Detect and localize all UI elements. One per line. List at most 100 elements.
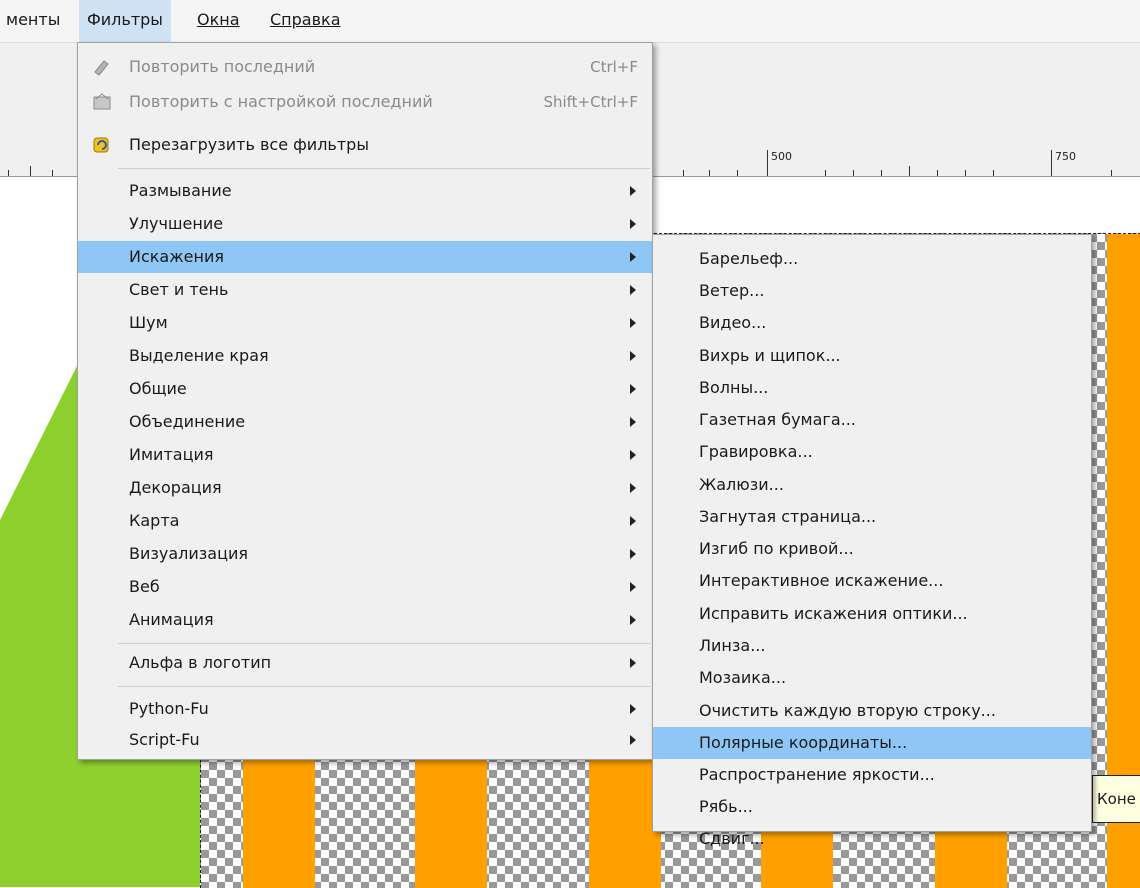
menubar-windows[interactable]: Окна [189, 0, 248, 42]
submenu-item-label: Исправить искажения оптики... [699, 604, 968, 623]
menu-item-label: Python-Fu [129, 699, 209, 718]
menu-item-web[interactable]: Веб [78, 571, 652, 603]
menu-item-distorts[interactable]: Искажения [78, 241, 652, 273]
menubar-tools[interactable]: менты [0, 0, 68, 42]
menu-item-decor[interactable]: Декорация [78, 472, 652, 504]
menu-item-label: Шум [129, 313, 168, 332]
menu-item-noise[interactable]: Шум [78, 307, 652, 339]
submenu-item-label: Вихрь и щипок... [699, 346, 841, 365]
menu-item-map[interactable]: Карта [78, 505, 652, 537]
menubar-filters[interactable]: Фильтры [79, 0, 171, 42]
submenu-item-curve-bend[interactable]: Изгиб по кривой... [653, 533, 1091, 565]
submenu-arrow-icon [630, 186, 636, 196]
submenu-arrow-icon [630, 516, 636, 526]
submenu-item-label: Ветер... [699, 281, 765, 300]
submenu-item-blinds[interactable]: Жалюзи... [653, 469, 1091, 501]
submenu-item-whirl-pinch[interactable]: Вихрь и щипок... [653, 340, 1091, 372]
ruler-tick [825, 170, 826, 176]
menu-item-label: Перезагрузить все фильтры [129, 135, 369, 154]
ruler-label-750: 750 [1055, 150, 1076, 163]
submenu-item-label: Рябь... [699, 797, 753, 816]
ruler-label-500: 500 [771, 150, 792, 163]
menu-item-label: Script-Fu [129, 730, 200, 749]
submenu-arrow-icon [630, 549, 636, 559]
menu-item-blur[interactable]: Размывание [78, 175, 652, 207]
submenu-item-label: Гравировка... [699, 442, 813, 461]
menu-item-render[interactable]: Визуализация [78, 538, 652, 570]
menu-separator [118, 168, 650, 169]
submenu-item-newsprint[interactable]: Газетная бумага... [653, 404, 1091, 436]
distorts-submenu: Барельеф... Ветер... Видео... Вихрь и щи… [652, 234, 1092, 832]
ruler-tick [909, 166, 910, 176]
menu-item-artistic[interactable]: Имитация [78, 439, 652, 471]
ruler-tick [30, 166, 31, 176]
submenu-item-mosaic[interactable]: Мозаика... [653, 662, 1091, 694]
submenu-arrow-icon [630, 384, 636, 394]
submenu-arrow-icon [630, 417, 636, 427]
submenu-item-page-curl[interactable]: Загнутая страница... [653, 501, 1091, 533]
menu-item-edge-detect[interactable]: Выделение края [78, 340, 652, 372]
menu-item-light-shadow[interactable]: Свет и тень [78, 274, 652, 306]
menu-item-repeat-last[interactable]: Повторить последний Ctrl+F [78, 51, 652, 83]
submenu-item-label: Полярные координаты... [699, 733, 908, 752]
menu-item-alpha-to-logo[interactable]: Альфа в логотип [78, 647, 652, 679]
submenu-arrow-icon [630, 285, 636, 295]
submenu-item-label: Волны... [699, 378, 769, 397]
menu-item-combine[interactable]: Объединение [78, 406, 652, 438]
menu-item-label: Повторить последний [129, 57, 316, 76]
submenu-arrow-icon [630, 351, 636, 361]
menubar-help[interactable]: Справка [262, 0, 349, 42]
submenu-item-label: Мозаика... [699, 668, 787, 687]
menu-item-generic[interactable]: Общие [78, 373, 652, 405]
menu-item-enhance[interactable]: Улучшение [78, 208, 652, 240]
menu-item-label: Повторить с настройкой последний [129, 92, 433, 111]
menu-separator [118, 643, 650, 644]
ruler-tick [993, 170, 994, 176]
submenu-item-lens[interactable]: Линза... [653, 630, 1091, 662]
submenu-arrow-icon [630, 450, 636, 460]
submenu-arrow-icon [630, 735, 636, 745]
ruler-tick [683, 170, 684, 176]
tooltip: Коне [1092, 775, 1140, 823]
submenu-item-polar-coordinates[interactable]: Полярные координаты... [653, 727, 1091, 759]
menu-item-label: Карта [129, 511, 180, 530]
submenu-item-ripple[interactable]: Рябь... [653, 791, 1091, 823]
submenu-item-label: Очистить каждую вторую строку... [699, 701, 996, 720]
submenu-item-waves[interactable]: Волны... [653, 372, 1091, 404]
menu-item-animation[interactable]: Анимация [78, 604, 652, 636]
menu-item-python-fu[interactable]: Python-Fu [78, 693, 652, 725]
repeat-filter-icon [92, 58, 112, 76]
submenu-item-label: Распространение яркости... [699, 765, 935, 784]
ruler-tick [709, 170, 710, 176]
submenu-arrow-icon [630, 704, 636, 714]
submenu-item-label: Видео... [699, 313, 767, 332]
menu-item-label: Альфа в логотип [129, 653, 272, 672]
menu-item-label: Улучшение [129, 214, 224, 233]
menu-item-reload-filters[interactable]: Перезагрузить все фильтры [78, 129, 652, 161]
submenu-arrow-icon [630, 252, 636, 262]
submenu-item-label: Интерактивное искажение... [699, 571, 944, 590]
submenu-item-erase-every-other-row[interactable]: Очистить каждую вторую строку... [653, 695, 1091, 727]
menu-item-label: Свет и тень [129, 280, 229, 299]
submenu-item-shift[interactable]: Сдвиг... [653, 823, 1091, 855]
submenu-item-emboss[interactable]: Барельеф... [653, 243, 1091, 275]
submenu-item-label: Сдвиг... [699, 829, 765, 848]
menu-item-label: Выделение края [129, 346, 269, 365]
menu-item-label: Объединение [129, 412, 246, 431]
submenu-item-engrave[interactable]: Гравировка... [653, 436, 1091, 468]
ruler-tick [881, 170, 882, 176]
submenu-item-label: Загнутая страница... [699, 507, 877, 526]
shortcut-label: Shift+Ctrl+F [543, 93, 638, 111]
submenu-arrow-icon [630, 615, 636, 625]
submenu-item-iwarp[interactable]: Интерактивное искажение... [653, 565, 1091, 597]
submenu-item-lens-distortion[interactable]: Исправить искажения оптики... [653, 598, 1091, 630]
menu-item-script-fu[interactable]: Script-Fu [78, 724, 652, 756]
menu-item-reshow-last[interactable]: Повторить с настройкой последний Shift+C… [78, 86, 652, 118]
ruler-tick [965, 170, 966, 176]
menubar-windows-label: Окна [197, 10, 240, 29]
shortcut-label: Ctrl+F [590, 58, 638, 76]
submenu-item-wind[interactable]: Ветер... [653, 275, 1091, 307]
submenu-item-value-propagate[interactable]: Распространение яркости... [653, 759, 1091, 791]
menu-item-label: Декорация [129, 478, 222, 497]
submenu-item-video[interactable]: Видео... [653, 307, 1091, 339]
